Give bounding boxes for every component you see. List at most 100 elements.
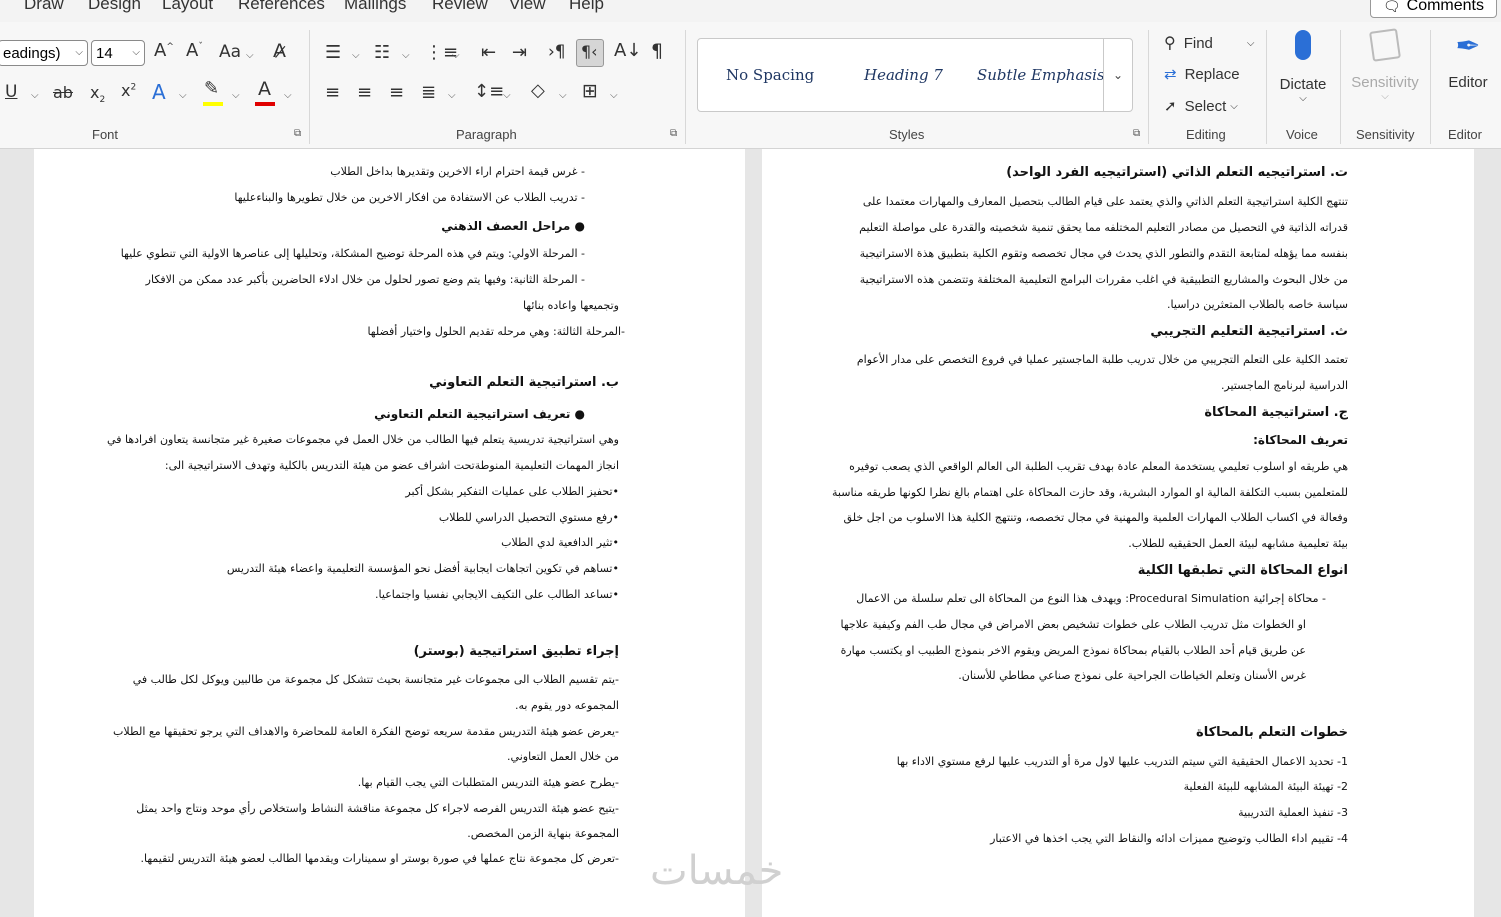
highlight-icon[interactable]: ✎	[204, 80, 219, 98]
right-page-line: تنتهج الكلية استراتيجية التعلم الذاتي وا…	[862, 195, 1348, 208]
left-page[interactable]: - غرس قيمة احترام اراء الاخرين وتقديرها …	[34, 149, 745, 917]
tab-view[interactable]: View	[509, 0, 546, 14]
dialog-launcher-icon[interactable]: ⧉	[1133, 129, 1143, 139]
tab-mailings[interactable]: Mailings	[344, 0, 406, 14]
editor-group-label: Editor	[1448, 127, 1482, 142]
right-page-line: ث. استراتيجية التعليم التجريبي	[1150, 324, 1348, 339]
left-page-line: - المرحلة الثانية: وفيها يتم وضع تصور لح…	[145, 273, 585, 286]
justify-icon[interactable]: ≣	[421, 84, 436, 102]
voice-group-label: Voice	[1286, 127, 1318, 142]
shading-icon[interactable]: ◇	[531, 82, 545, 100]
sensitivity-button[interactable]: Sensitivity ⌵	[1346, 28, 1424, 102]
style-name-combo[interactable]: eadings) ⌵	[0, 40, 88, 66]
chevron-down-icon[interactable]: ⌵	[284, 90, 292, 101]
style-subtle-emphasis[interactable]: Subtle Emphasis	[977, 66, 1105, 84]
right-page-line: - محاكاة إجرائية Procedural Simulation: …	[856, 592, 1326, 605]
select-button[interactable]: ➚ Select ⌵	[1164, 97, 1238, 116]
left-page-line: ● تعريف استراتيجية التعلم التعاوني	[374, 407, 585, 421]
tab-layout[interactable]: Layout	[162, 0, 213, 14]
right-page-line: 4- تقييم اداء الطالب وتوضيح مميزات ادائه…	[990, 832, 1348, 845]
strikethrough-icon[interactable]: ab	[53, 85, 73, 101]
align-right-icon[interactable]: ≡	[389, 84, 404, 102]
styles-more-button[interactable]: ⌄	[1103, 39, 1132, 111]
tab-review[interactable]: Review	[432, 0, 488, 14]
sensitivity-group-label: Sensitivity	[1356, 127, 1415, 142]
right-page-line: 3- تنفيذ العملية التدريبية	[1238, 806, 1348, 819]
borders-icon[interactable]: ⊞	[582, 82, 598, 101]
decrease-indent-icon[interactable]: ⇤	[481, 44, 496, 62]
rtl-button[interactable]: ¶‹	[576, 39, 604, 67]
find-button[interactable]: ⚲ Find ⌵	[1164, 33, 1255, 53]
ltr-icon[interactable]: ›¶	[548, 44, 566, 61]
group-divider	[1340, 30, 1341, 144]
chevron-down-icon[interactable]: ⌵	[352, 50, 360, 61]
left-page-line: •تحفيز الطلاب على عمليات التفكير بشكل أك…	[405, 485, 619, 498]
numbering-icon[interactable]: ☷	[374, 44, 390, 62]
font-color-icon[interactable]: A	[258, 80, 271, 99]
show-marks-icon[interactable]: ¶	[651, 42, 663, 61]
change-case-icon[interactable]: Aa	[219, 44, 241, 61]
shrink-font-icon[interactable]: Aˇ	[186, 42, 203, 60]
line-spacing-icon[interactable]: ↕≡	[474, 83, 504, 101]
right-page[interactable]: ت. استراتيجيه التعلم الذاتي (استراتيجيه …	[762, 149, 1474, 917]
align-left-icon[interactable]: ≡	[325, 84, 340, 102]
bullets-icon[interactable]: ☰	[325, 44, 341, 62]
left-page-line: -المرحلة الثالثة: وهي مرحله تقديم الحلول…	[367, 325, 625, 338]
style-no-spacing[interactable]: No Spacing	[726, 66, 814, 84]
dialog-launcher-icon[interactable]: ⧉	[294, 129, 304, 139]
chevron-down-icon[interactable]: ⌵	[232, 90, 240, 101]
editor-button[interactable]: ✒ Editor	[1440, 30, 1496, 91]
right-page-line: بيئة تعليمية مشابهه لبيئة العمل الحقيقيه…	[1128, 537, 1348, 550]
right-page-line: من خلال البحوث والمشاريع التطبيقية في اغ…	[859, 273, 1348, 286]
left-page-line: - تدريب الطلاب عن الاستفادة من افكار الا…	[234, 191, 585, 204]
chevron-down-icon: ⌵	[132, 47, 140, 58]
chevron-down-icon[interactable]: ⌵	[503, 90, 511, 101]
chevron-down-icon[interactable]: ⌵	[448, 90, 456, 101]
sort-icon[interactable]: A↓	[614, 42, 641, 60]
chevron-down-icon[interactable]: ⌵	[246, 50, 254, 61]
tab-help[interactable]: Help	[569, 0, 604, 14]
chevron-down-icon[interactable]: ⌵	[402, 50, 410, 61]
tab-design[interactable]: Design	[88, 0, 141, 14]
text-effects-icon[interactable]: A	[152, 82, 166, 102]
left-page-line: •تساعد الطالب على التكيف الايجابي نفسيا …	[375, 588, 619, 601]
chevron-down-icon[interactable]: ⌵	[559, 90, 567, 101]
right-page-line: تعتمد الكلية على التعلم التجريبي من خلال…	[856, 353, 1348, 366]
microphone-icon	[1295, 30, 1311, 60]
style-heading-7[interactable]: Heading 7	[864, 66, 943, 84]
left-page-line: -يتم تقسيم الطلاب الى مجموعات غير متجانس…	[132, 673, 619, 686]
group-divider	[685, 30, 686, 144]
comments-button[interactable]: 🗨 Comments	[1369, 0, 1497, 18]
align-center-icon[interactable]: ≡	[357, 84, 372, 102]
clear-formatting-icon[interactable]: A̷	[273, 42, 286, 61]
menu-bar: Draw Design Layout References Mailings R…	[0, 0, 1501, 22]
chevron-down-icon[interactable]: ⌵	[610, 90, 618, 101]
superscript-icon[interactable]: x2	[121, 83, 136, 99]
left-page-line: -يطرح عضو هيئة التدريس المتطلبات التي يج…	[357, 776, 619, 789]
chevron-down-icon[interactable]: ⌵	[31, 90, 39, 101]
sensitivity-icon	[1369, 28, 1401, 62]
chevron-down-icon[interactable]: ⌵	[452, 50, 460, 61]
increase-indent-icon[interactable]: ⇥	[512, 44, 527, 62]
tab-references[interactable]: References	[238, 0, 325, 14]
dictate-button[interactable]: Dictate ⌵	[1274, 30, 1332, 104]
replace-button[interactable]: ⇄ Replace	[1164, 65, 1240, 84]
group-divider	[1266, 30, 1267, 144]
left-page-line: وهي استراتيجية تدريسية يتعلم فيها الطالب…	[107, 433, 619, 446]
underline-icon[interactable]: U	[5, 84, 17, 101]
dialog-launcher-icon[interactable]: ⧉	[670, 129, 680, 139]
right-page-line: وفعالة في اكساب الطلاب المهارات العلمية …	[843, 511, 1348, 524]
left-page-line: المجموعه دور يقوم به.	[515, 699, 619, 712]
font-size-combo[interactable]: 14 ⌵	[91, 40, 145, 66]
rtl-icon: ¶‹	[581, 42, 598, 61]
grow-font-icon[interactable]: A^	[154, 42, 174, 60]
left-page-line: وتجميعها واعاده بنائها	[522, 299, 619, 312]
left-page-line: المجموعة بنهاية الزمن المخصص.	[467, 827, 619, 840]
font-group-label: Font	[92, 127, 119, 142]
chevron-down-icon: ⌵	[1246, 37, 1255, 49]
styles-group-label: Styles	[889, 127, 925, 142]
left-page-line: إجراء تطبيق استراتيجية (بوستر)	[413, 644, 619, 659]
chevron-down-icon[interactable]: ⌵	[179, 90, 187, 101]
subscript-icon[interactable]: x2	[90, 84, 105, 105]
tab-draw[interactable]: Draw	[24, 0, 64, 14]
